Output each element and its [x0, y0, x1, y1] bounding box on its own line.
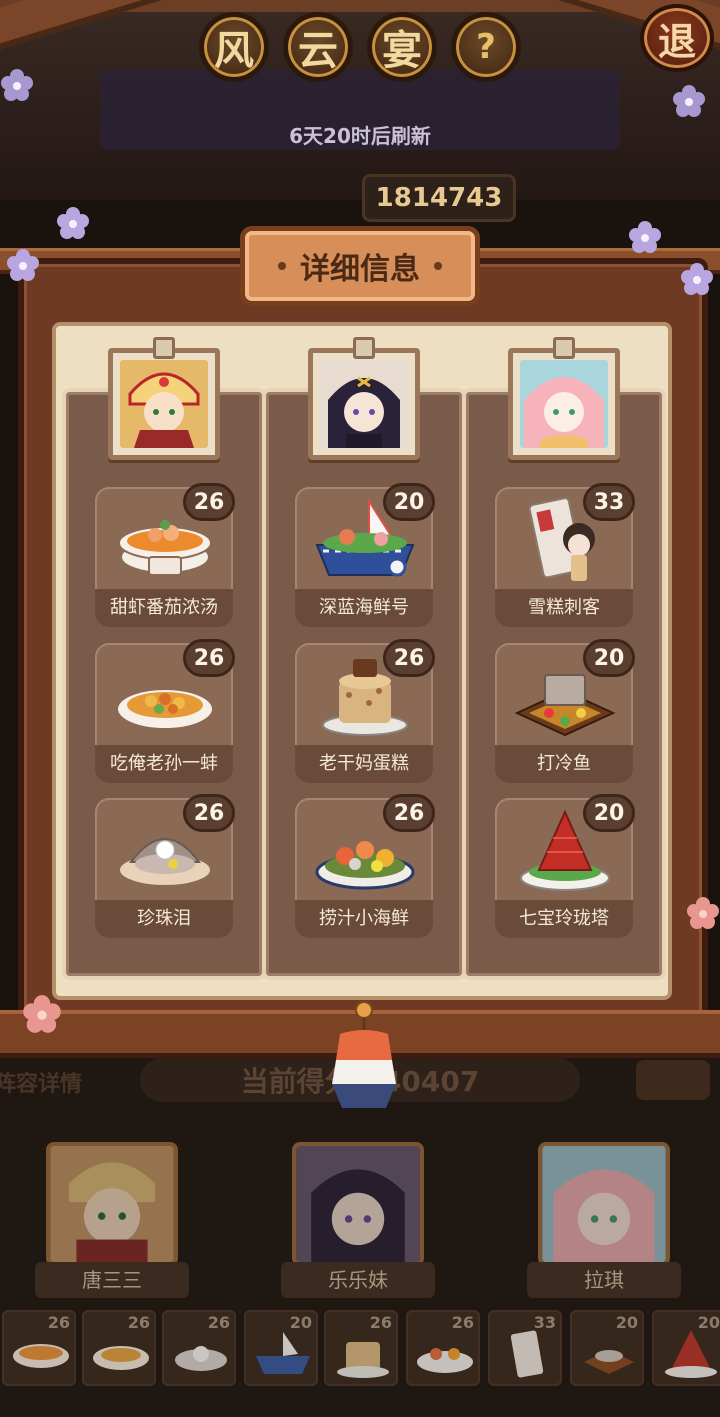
team-card-lelemei[interactable] — [292, 1142, 424, 1266]
oyster-icon — [175, 1346, 227, 1371]
character-portrait-3[interactable] — [508, 337, 620, 460]
dish-card[interactable]: 深蓝海鲜号 20 — [295, 483, 435, 627]
pin-clip — [353, 337, 375, 359]
dish-level-badge: 20 — [583, 639, 635, 677]
event-title: 风 云 宴 ? — [0, 12, 720, 82]
warrior-portrait-icon — [50, 1146, 174, 1262]
dish-card[interactable]: 珍珠泪 26 — [95, 794, 235, 938]
dish-strip: 26 26 26 20 26 26 33 20 20 — [0, 1310, 720, 1390]
dark-hair-girl-portrait-icon — [296, 1146, 420, 1262]
blossom-icon — [686, 896, 720, 930]
team-name-1: 唐三三 — [35, 1262, 189, 1298]
dish-name: 打冷鱼 — [495, 745, 633, 783]
refresh-countdown: 6天20时后刷新 — [289, 124, 431, 148]
flower-icon — [680, 262, 714, 296]
team-card-tangsansan[interactable] — [46, 1142, 178, 1266]
dish-level-badge: 33 — [583, 483, 635, 521]
title-char-yan: 宴 — [367, 12, 437, 82]
modal-title: 详细信息 — [240, 226, 480, 306]
dish-card[interactable]: 吃俺老孙一蚌 26 — [95, 639, 235, 783]
dish-name: 甜虾番茄浓汤 — [95, 589, 233, 627]
strip-dish-8[interactable]: 20 — [570, 1310, 644, 1386]
dish-card[interactable]: 打冷鱼 20 — [495, 639, 635, 783]
strip-dish-5[interactable]: 26 — [324, 1310, 398, 1386]
seafood-icon — [417, 1348, 473, 1373]
dish-level-badge: 26 — [183, 483, 235, 521]
dish-name: 七宝玲珑塔 — [495, 900, 633, 938]
dish-name: 老干妈蛋糕 — [295, 745, 433, 783]
dish-name: 雪糕刺客 — [495, 589, 633, 627]
dish-level-badge: 26 — [183, 794, 235, 832]
cake-icon — [337, 1342, 389, 1378]
dish-name: 吃俺老孙一蚌 — [95, 745, 233, 783]
dish-card[interactable]: 甜虾番茄浓汤 26 — [95, 483, 235, 627]
modal-title-text: 详细信息 — [300, 252, 420, 287]
strip-dish-1[interactable]: 26 — [2, 1310, 76, 1386]
dish-level-badge: 20 — [383, 483, 435, 521]
title-char-feng: 风 — [199, 12, 269, 82]
dish-card[interactable]: 捞汁小海鲜 26 — [295, 794, 435, 938]
strip-dish-6[interactable]: 26 — [406, 1310, 480, 1386]
dish-name: 珍珠泪 — [95, 900, 233, 938]
team-card-laqi[interactable] — [538, 1142, 670, 1266]
plate-icon — [93, 1346, 149, 1370]
dish-level-badge: 26 — [383, 639, 435, 677]
pyramid-icon — [665, 1330, 717, 1378]
title-dot-right — [434, 262, 442, 270]
team-name-3: 拉琪 — [527, 1262, 681, 1298]
warrior-portrait-icon — [120, 360, 208, 448]
boat-icon — [256, 1332, 310, 1374]
flower-icon — [0, 68, 34, 102]
strip-dish-7[interactable]: 33 — [488, 1310, 562, 1386]
strip-dish-2[interactable]: 26 — [82, 1310, 156, 1386]
flower-icon — [628, 220, 662, 254]
character-portrait-2[interactable] — [308, 337, 420, 460]
title-dot-left — [278, 262, 286, 270]
flower-icon — [6, 248, 40, 282]
background-button — [636, 1060, 710, 1100]
tassel-knot-icon[interactable] — [326, 1000, 402, 1110]
exit-button[interactable]: 退 — [640, 4, 714, 72]
dish-name: 深蓝海鲜号 — [295, 589, 433, 627]
flower-icon — [56, 206, 90, 240]
dish-level-badge: 26 — [183, 639, 235, 677]
dish-level-badge: 26 — [383, 794, 435, 832]
dish-name: 捞汁小海鲜 — [295, 900, 433, 938]
dish-level-badge: 20 — [583, 794, 635, 832]
ice-cream-icon — [510, 1330, 544, 1378]
team-name-2: 乐乐妹 — [281, 1262, 435, 1298]
blossom-icon — [22, 994, 62, 1034]
strip-dish-4[interactable]: 20 — [244, 1310, 318, 1386]
bowl-icon — [13, 1344, 69, 1368]
pin-clip — [553, 337, 575, 359]
fish-platter-icon — [584, 1350, 634, 1374]
dark-hair-girl-portrait-icon — [320, 360, 408, 448]
pink-hair-girl-portrait-icon — [520, 360, 608, 448]
strip-dish-9[interactable]: 20 — [652, 1310, 720, 1386]
dish-card[interactable]: 老干妈蛋糕 26 — [295, 639, 435, 783]
character-portrait-1[interactable] — [108, 337, 220, 460]
title-char-yun: 云 — [283, 12, 353, 82]
dish-card[interactable]: 雪糕刺客 33 — [495, 483, 635, 627]
lineup-label: 阵容详情 — [0, 1072, 83, 1097]
pin-clip — [153, 337, 175, 359]
total-score: 1814743 — [362, 174, 516, 222]
strip-dish-3[interactable]: 26 — [162, 1310, 236, 1386]
help-button[interactable]: ? — [451, 12, 521, 82]
flower-icon — [672, 84, 706, 118]
pink-hair-girl-portrait-icon — [542, 1146, 666, 1262]
dish-card[interactable]: 七宝玲珑塔 20 — [495, 794, 635, 938]
